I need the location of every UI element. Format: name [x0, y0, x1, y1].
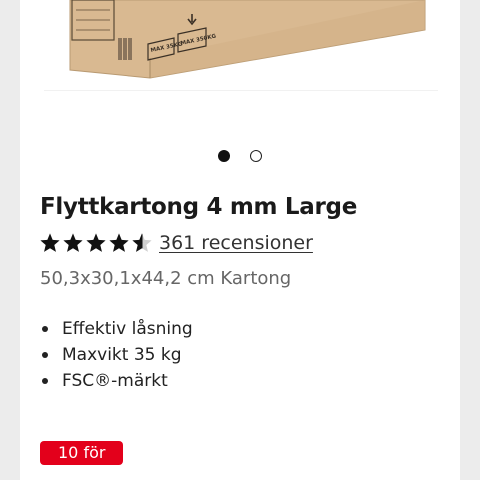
feature-label: FSC®-märkt [62, 371, 168, 391]
feature-item: Effektiv låsning [40, 316, 193, 342]
carousel-dot-1[interactable] [218, 150, 230, 162]
promo-badge: 10 för [40, 441, 124, 465]
carousel-dots [20, 150, 460, 162]
reviews-link[interactable]: 361 recensioner [159, 232, 313, 254]
bullet-icon [42, 378, 48, 384]
bullet-icon [42, 326, 48, 332]
feature-label: Maxvikt 35 kg [62, 345, 182, 365]
feature-item: Maxvikt 35 kg [40, 342, 193, 368]
carousel-dot-2[interactable] [250, 150, 262, 162]
bullet-icon [42, 352, 48, 358]
star-icon [86, 233, 106, 252]
feature-list: Effektiv låsning Maxvikt 35 kg FSC®-märk… [40, 316, 193, 394]
star-icon [63, 233, 83, 252]
star-rating [39, 232, 153, 254]
feature-label: Effektiv låsning [62, 319, 193, 339]
star-icon [109, 233, 129, 252]
product-card: MAX 35KG MAX 350KG Flyttkartong 4 mm Lar… [20, 0, 460, 480]
rating-row[interactable]: 361 recensioner [39, 232, 313, 254]
feature-item: FSC®-märkt [40, 368, 193, 394]
image-divider [44, 90, 438, 91]
star-icon [40, 233, 60, 252]
half-star-icon [132, 233, 152, 252]
product-image[interactable]: MAX 35KG MAX 350KG [20, 0, 460, 90]
product-title: Flyttkartong 4 mm Large [40, 194, 358, 220]
product-dimensions: 50,3x30,1x44,2 cm Kartong [40, 268, 292, 289]
